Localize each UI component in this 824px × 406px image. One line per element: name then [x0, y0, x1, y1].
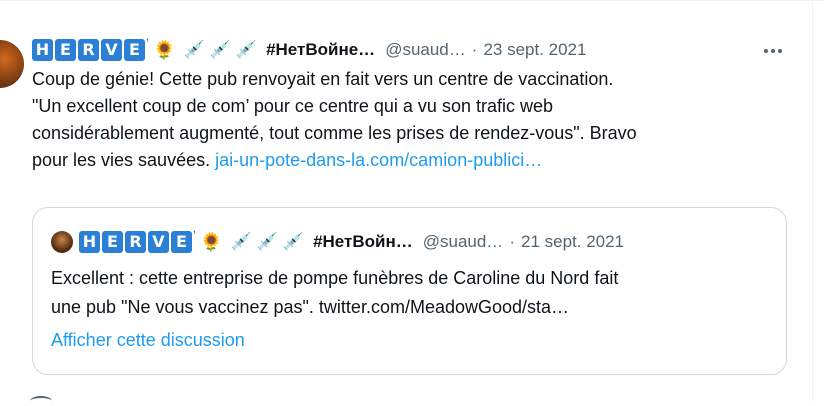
separator-dot: · — [509, 232, 515, 251]
badge-letter-v: V — [101, 39, 122, 61]
syringe-icon: 💉 — [235, 40, 258, 60]
badge-letter-e2: E — [124, 39, 145, 61]
badge-letter-e: E — [55, 39, 76, 61]
more-dot-icon — [778, 49, 782, 53]
tick-mark: ʼ — [193, 228, 197, 244]
quote-author-display-name: #НетВойн… — [313, 232, 413, 251]
syringe-icon: 💉 — [230, 232, 252, 252]
quote-date: 21 sept. 2021 — [520, 232, 625, 251]
more-dot-icon — [771, 49, 775, 53]
syringe-icon: 💉 — [256, 232, 278, 252]
syringe-icon: 💉 — [183, 40, 205, 60]
quote-header: H E R V E ʼ 🌻 💉 💉 💉 #НетВойн… @suaud… · … — [51, 228, 625, 254]
author-handle[interactable]: @suaud… — [385, 40, 466, 60]
syringe-icon: 💉 — [209, 40, 231, 60]
tweet-header: H E R V E ʼ 🌻 💉 💉 💉 #НетВойне… @suaud… ·… — [32, 36, 586, 62]
separator-dot: · — [471, 40, 478, 59]
tweet-link[interactable]: jai-un-pote-dans-la.com/camion-publici… — [215, 150, 542, 170]
tweet-date[interactable]: 23 sept. 2021 — [483, 40, 586, 60]
badge-letter-h: H — [32, 39, 53, 61]
quote-author-avatar — [51, 231, 73, 253]
tweet-text-line: "Un excellent coup de com’ pour ce centr… — [32, 96, 553, 116]
tweet-text-tail: pour les vies sauvées. — [32, 150, 216, 170]
badge-letter-e2: E — [171, 231, 192, 253]
quote-author-handle: @suaud… — [422, 232, 504, 251]
sunflower-icon: 🌻 — [153, 39, 176, 61]
more-dot-icon — [764, 49, 768, 53]
sunflower-icon: 🌻 — [200, 231, 223, 253]
syringe-icon: 💉 — [282, 232, 305, 252]
author-display-name[interactable]: #НетВойне… — [266, 40, 375, 60]
tick-mark: ʼ — [146, 36, 150, 52]
reply-icon[interactable] — [30, 396, 52, 406]
top-divider — [0, 0, 824, 1]
more-options-button[interactable] — [760, 38, 786, 64]
badge-letter-r: R — [78, 39, 99, 61]
quoted-tweet[interactable]: H E R V E ʼ 🌻 💉 💉 💉 #НетВойн… @suaud… · … — [32, 207, 787, 375]
badge-letter-v: V — [148, 231, 169, 253]
right-divider — [812, 0, 813, 401]
author-avatar[interactable] — [0, 40, 24, 88]
show-thread-link[interactable]: Afficher cette discussion — [51, 330, 245, 351]
badge-letter-e: E — [102, 231, 123, 253]
tweet-text: Coup de génie! Cette pub renvoyait en fa… — [32, 66, 802, 174]
quote-text-line: Excellent : cette entreprise de pompe fu… — [51, 268, 619, 288]
tweet-text-line: pour les vies sauvées. jai-un-pote-dans-… — [32, 147, 802, 174]
tweet-text-line: considérablement augmenté, tout comme le… — [32, 123, 637, 143]
badge-letter-r: R — [125, 231, 146, 253]
quote-text-line: une pub "Ne vous vaccinez pas". twitter.… — [51, 297, 570, 317]
quote-text: Excellent : cette entreprise de pompe fu… — [51, 264, 771, 322]
badge-letter-h: H — [79, 231, 100, 253]
tweet-text-line: Coup de génie! Cette pub renvoyait en fa… — [32, 69, 614, 89]
